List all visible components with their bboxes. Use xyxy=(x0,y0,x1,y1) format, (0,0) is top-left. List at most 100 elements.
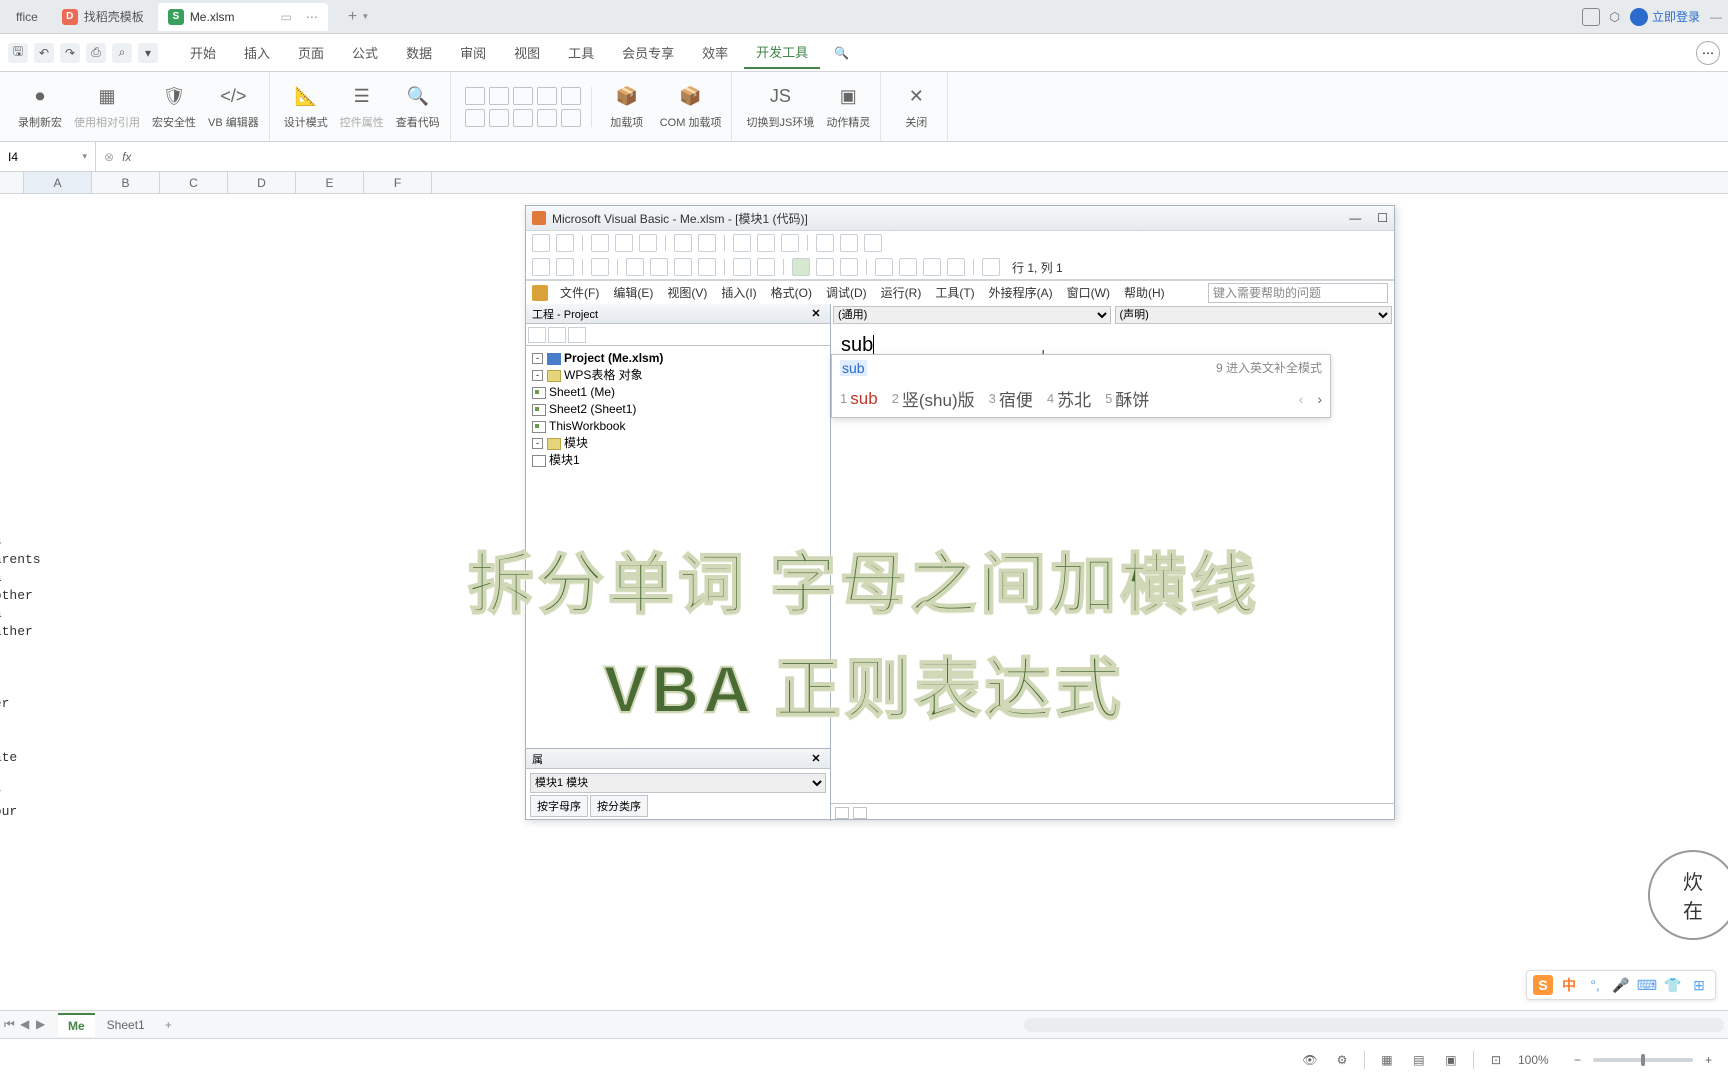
ime-lang-icon[interactable]: 中 xyxy=(1559,975,1579,995)
zoom-out-icon[interactable]: − xyxy=(1574,1053,1581,1067)
col-header-b[interactable]: B xyxy=(92,172,160,193)
vba-stop-icon[interactable] xyxy=(840,258,858,276)
col-header-a[interactable]: A xyxy=(24,172,92,193)
sheet-nav-first-icon[interactable]: ⏮ xyxy=(4,1017,18,1032)
vba-menu-help[interactable]: 帮助(H) xyxy=(1118,284,1171,301)
project-tab-icon[interactable] xyxy=(548,327,566,343)
vb-editor-button[interactable]: </>VB 编辑器 xyxy=(208,84,259,130)
ribbon-tab-home[interactable]: 开始 xyxy=(178,37,228,68)
design-mode-button[interactable]: 📐设计模式 xyxy=(284,84,328,130)
col-header-f[interactable]: F xyxy=(364,172,432,193)
project-close-icon[interactable]: ✕ xyxy=(808,306,824,322)
ime-keyboard-icon[interactable]: ⌨ xyxy=(1637,975,1657,995)
vba-tb-icon[interactable] xyxy=(733,258,751,276)
tab-docer[interactable]: D 找稻壳模板 xyxy=(52,3,154,31)
vba-tb-icon[interactable] xyxy=(639,234,657,252)
tab-close-icon[interactable]: ⋯ xyxy=(306,10,318,24)
vba-tb-icon[interactable] xyxy=(757,258,775,276)
vba-tb-icon[interactable] xyxy=(650,258,668,276)
control-icon[interactable] xyxy=(513,87,533,105)
sogou-icon[interactable]: S xyxy=(1533,975,1553,995)
undo-icon[interactable]: ↶ xyxy=(34,43,54,63)
tab-me-xlsm[interactable]: S Me.xlsm ▭ ⋯ xyxy=(158,3,328,31)
vba-tb-icon[interactable] xyxy=(781,234,799,252)
vba-tb-icon[interactable] xyxy=(757,234,775,252)
project-tab-icon[interactable] xyxy=(568,327,586,343)
control-props-button[interactable]: ☰控件属性 xyxy=(340,84,384,130)
ribbon-tab-tools[interactable]: 工具 xyxy=(556,37,606,68)
vba-tb-icon[interactable] xyxy=(982,258,1000,276)
vba-tb-icon[interactable] xyxy=(816,234,834,252)
close-button[interactable]: ✕关闭 xyxy=(895,84,937,130)
ribbon-tab-developer[interactable]: 开发工具 xyxy=(744,36,820,69)
vba-menu-window[interactable]: 窗口(W) xyxy=(1061,284,1116,301)
view-code-button[interactable]: 🔍查看代码 xyxy=(396,84,440,130)
cell[interactable]: parents xyxy=(0,552,41,567)
vba-tb-icon[interactable] xyxy=(615,234,633,252)
action-wizard-button[interactable]: ▣动作精灵 xyxy=(826,84,870,130)
sheet-tab-sheet1[interactable]: Sheet1 xyxy=(97,1014,155,1036)
cell[interactable]: nate xyxy=(0,750,17,765)
login-button[interactable]: 立即登录 xyxy=(1630,8,1700,26)
cell[interactable]: pa xyxy=(0,606,2,621)
control-icon[interactable] xyxy=(537,87,557,105)
js-env-button[interactable]: JS切换到JS环境 xyxy=(746,84,814,130)
save-icon[interactable]: 🖫 xyxy=(8,43,28,63)
vba-menu-tools[interactable]: 工具(T) xyxy=(929,284,980,301)
ime-candidate[interactable]: 1sub xyxy=(840,389,878,409)
vba-tb-icon[interactable] xyxy=(899,258,917,276)
col-header-d[interactable]: D xyxy=(228,172,296,193)
ribbon-tab-data[interactable]: 数据 xyxy=(394,37,444,68)
cancel-icon[interactable]: ⊗ xyxy=(104,150,114,164)
vba-tb-icon[interactable] xyxy=(532,258,550,276)
vba-minimize-icon[interactable]: — xyxy=(1349,211,1361,225)
vba-tb-icon[interactable] xyxy=(840,234,858,252)
ribbon-tab-insert[interactable]: 插入 xyxy=(232,37,282,68)
cube-icon[interactable]: ⬡ xyxy=(1610,10,1620,24)
ime-next-icon[interactable]: › xyxy=(1317,391,1322,407)
cell[interactable]: pour xyxy=(0,804,17,819)
minimize-icon[interactable]: — xyxy=(1710,10,1722,24)
grid-view-icon[interactable]: ▦ xyxy=(1377,1050,1397,1070)
cell[interactable]: father xyxy=(0,624,33,639)
vba-menu-addins[interactable]: 外接程序(A) xyxy=(983,284,1059,301)
ime-candidate[interactable]: 3宿便 xyxy=(989,386,1033,411)
properties-close-icon[interactable]: ✕ xyxy=(808,751,824,767)
vba-titlebar[interactable]: Microsoft Visual Basic - Me.xlsm - [模块1 … xyxy=(526,206,1394,230)
name-box-dropdown-icon[interactable]: ▾ xyxy=(82,151,87,162)
col-header-c[interactable]: C xyxy=(160,172,228,193)
vba-procedure-select[interactable]: (声明) xyxy=(1115,306,1393,324)
cell[interactable]: na xyxy=(0,570,2,585)
reading-view-icon[interactable]: ▣ xyxy=(1441,1050,1461,1070)
ime-skin-icon[interactable]: 👕 xyxy=(1663,975,1683,995)
sheet-nav-prev-icon[interactable]: ◀ xyxy=(20,1017,34,1032)
col-header-e[interactable]: E xyxy=(296,172,364,193)
vba-tb-icon[interactable] xyxy=(698,258,716,276)
ime-voice-icon[interactable]: 🎤 xyxy=(1611,975,1631,995)
add-sheet-button[interactable]: + xyxy=(157,1014,180,1036)
vba-tb-icon[interactable] xyxy=(864,234,882,252)
name-box[interactable]: I4 ▾ xyxy=(0,142,96,171)
control-icon[interactable] xyxy=(561,87,581,105)
page-view-icon[interactable]: ▤ xyxy=(1409,1050,1429,1070)
vba-menu-file[interactable]: 文件(F) xyxy=(554,284,605,301)
new-tab-button[interactable]: + xyxy=(348,8,357,26)
vba-pause-icon[interactable] xyxy=(816,258,834,276)
vba-tb-icon[interactable] xyxy=(698,234,716,252)
cell[interactable]: pr xyxy=(0,786,2,801)
vba-menu-view[interactable]: 视图(V) xyxy=(661,284,713,301)
control-icon[interactable] xyxy=(537,109,557,127)
full-view-icon[interactable] xyxy=(853,807,867,819)
cell[interactable]: nother xyxy=(0,588,33,603)
control-icon[interactable] xyxy=(513,109,533,127)
fx-label[interactable]: fx xyxy=(122,150,131,164)
app-icon[interactable] xyxy=(1582,8,1600,26)
qa-icon-5[interactable]: ⌕ xyxy=(112,43,132,63)
sheet-tab-me[interactable]: Me xyxy=(58,1013,95,1037)
proc-view-icon[interactable] xyxy=(835,807,849,819)
qa-dropdown-icon[interactable]: ▾ xyxy=(138,43,158,63)
eye-icon[interactable]: 👁 xyxy=(1300,1050,1320,1070)
ribbon-tab-review[interactable]: 审阅 xyxy=(448,37,498,68)
vba-object-select[interactable]: (通用) xyxy=(833,306,1111,324)
control-icon[interactable] xyxy=(561,109,581,127)
